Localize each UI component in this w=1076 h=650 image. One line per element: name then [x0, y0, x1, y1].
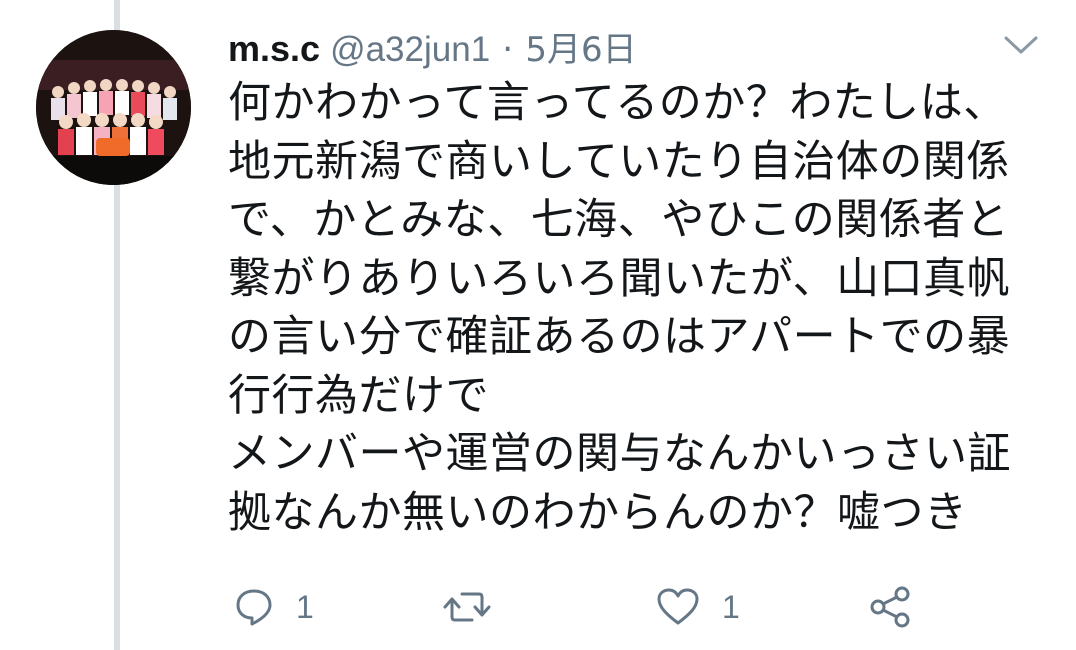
tweet-body-line: 拠なんか無いのわからんのか？嘘つき [228, 487, 968, 538]
separator-dot: · [502, 30, 514, 70]
retweet-button[interactable] [442, 582, 514, 632]
tweet-actions: 1 1 [228, 582, 1048, 632]
reply-count: 1 [296, 588, 314, 625]
tweet-body-line: メンバーや運営の関与なんかいっさい証 [228, 429, 1011, 479]
tweet-body-line: 地元新潟で商いしていたり自治体の関係 [228, 136, 1010, 187]
tweet-body-line: 行行為だけで [228, 370, 489, 421]
avatar[interactable] [36, 30, 191, 185]
heart-icon [657, 588, 699, 625]
reply-button[interactable]: 1 [234, 582, 314, 632]
tweet-date[interactable]: 5月6日 [525, 22, 636, 71]
avatar-image [36, 30, 191, 185]
retweet-icon [443, 592, 491, 622]
chevron-down-icon [1004, 36, 1038, 54]
tweet-body-line: 何かわかって言ってるのか？わたしは、 [228, 78, 1007, 128]
share-button[interactable] [868, 582, 912, 632]
tweet-body-line: 繋がりありいろいろ聞いたが、山口真帆 [228, 253, 1011, 304]
like-count: 1 [722, 588, 740, 625]
share-icon [870, 586, 910, 628]
tweet-header: m.s.c @a32jun1 · 5月6日 [228, 22, 637, 70]
tweet-body: 何かわかって言ってるのか？わたしは、 地元新潟で商いしていたり自治体の関係 で、… [228, 74, 1058, 542]
tweet-body-line: で、かとみな、七海、やひこの関係者と [228, 195, 1010, 245]
display-name[interactable]: m.s.c [228, 28, 320, 70]
like-button[interactable]: 1 [656, 582, 740, 632]
reply-icon [236, 589, 272, 626]
tweet-menu-button[interactable] [1000, 28, 1042, 62]
tweet-body-line: の言い分で確証あるのはアパートでの暴 [228, 312, 1011, 362]
user-handle[interactable]: @a32jun1 [330, 30, 490, 70]
